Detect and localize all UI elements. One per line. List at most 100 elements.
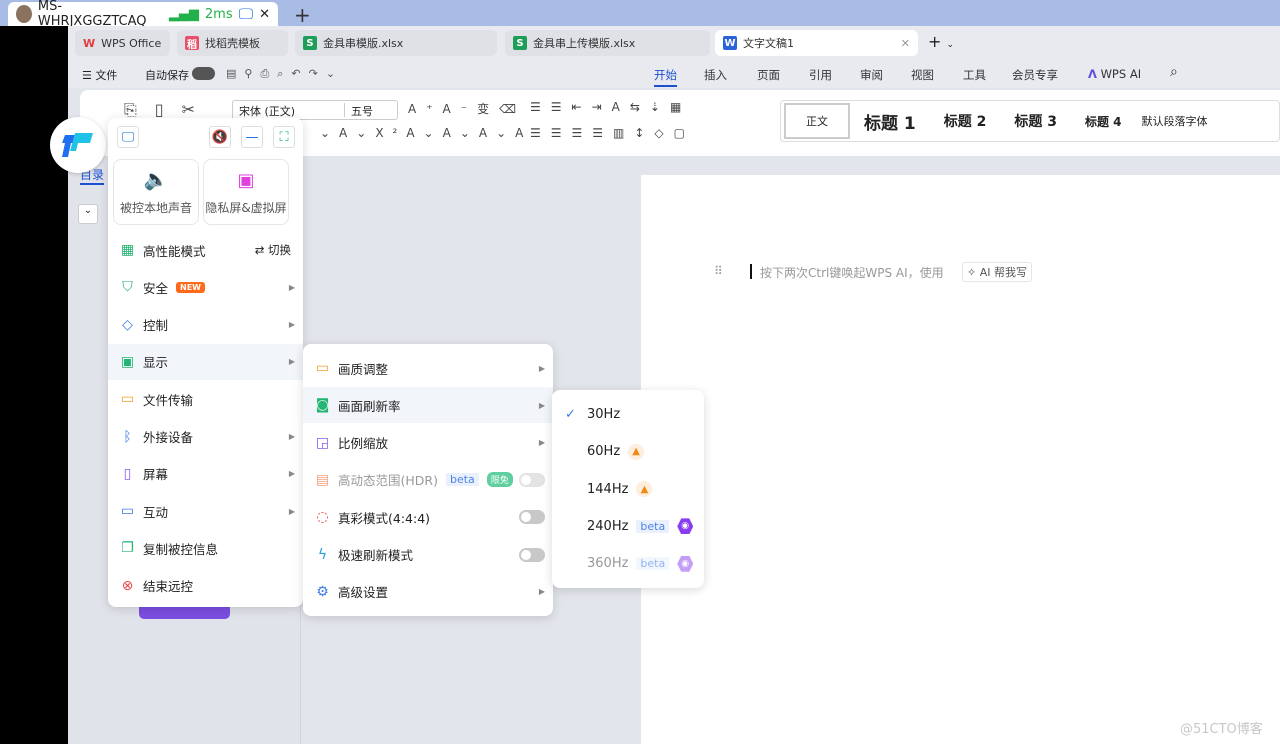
quality-icon: ▭ (315, 360, 330, 376)
clipboard-icons[interactable]: ⎘▯✂ (124, 100, 213, 120)
switch-button[interactable]: ⇄ 切换 (255, 242, 291, 258)
fullscreen-icon[interactable]: ⛶ (273, 126, 295, 148)
refresh-rate-option[interactable]: 60Hz ▲ (552, 433, 704, 470)
format-icons[interactable]: ⌄A⌄X²A⌄A⌄A⌄A (320, 126, 532, 140)
local-sound-card[interactable]: 🔈 被控本地声音 (113, 159, 199, 225)
privacy-screen-icon: ▣ (237, 170, 255, 191)
font-tools-icons[interactable]: A⁺A⁻变⌫ (408, 100, 526, 117)
tab-insert[interactable]: 插入 (704, 67, 727, 83)
menu-item-label: 文件传输 (143, 392, 194, 408)
style-normal[interactable]: 正文 (784, 103, 850, 139)
style-gallery: 正文 标题 1 标题 2 标题 3 标题 4 默认段落字体 (780, 100, 1280, 142)
ai-write-button[interactable]: ✧ AI 帮我写 (962, 262, 1032, 282)
display-menu-item[interactable]: ⚙ 高级设置 ▶ (303, 574, 553, 610)
menu-item[interactable]: ▭ 互动 ▶ (108, 493, 303, 529)
menu-item[interactable]: ▣ 显示 ▶ (108, 343, 303, 380)
display-menu-item[interactable]: ◙ 画面刷新率 ▶ (303, 387, 553, 424)
menu-item[interactable]: ▦ 高性能模式 ⇄ 切换 (108, 232, 303, 268)
display-menu-item[interactable]: ◌ 真彩模式(4:4:4) (303, 499, 553, 535)
menu-item[interactable]: ⛉ 安全 NEW ▶ (108, 269, 303, 305)
mute-icon[interactable]: 🔇 (209, 126, 231, 148)
scale-icon: ◲ (315, 434, 330, 451)
close-tab-button[interactable]: ✕ (259, 7, 270, 22)
new-tab-button[interactable]: + ⌄ (928, 32, 954, 51)
quick-access-icons[interactable]: ▤⚲⎙⌕↶↷⌄ (226, 67, 343, 81)
layers-icon: ◇ (122, 316, 133, 333)
refresh-rate-option[interactable]: ✓ 30Hz (552, 396, 704, 433)
file-menu[interactable]: ☰ 文件 (82, 67, 117, 83)
tab-xlsx-2[interactable]: S 金具串上传模版.xlsx (505, 30, 710, 56)
menu-item-label: 外接设备 (143, 430, 194, 445)
refresh-rate-option[interactable]: 144Hz ▲ (552, 471, 704, 508)
display-menu-item[interactable]: ◲ 比例缩放 ▶ (303, 425, 553, 461)
menu-item[interactable]: ᛒ 外接设备 ▶ (108, 419, 303, 455)
autosave-toggle[interactable] (192, 67, 215, 80)
privacy-screen-card[interactable]: ▣ 隐私屏&虚拟屏 (203, 159, 289, 225)
menu-item[interactable]: ❐ 复制被控信息 (108, 530, 303, 566)
tab-review[interactable]: 审阅 (860, 67, 883, 83)
search-icon[interactable]: ⌕ (1170, 64, 1178, 80)
screen-select-icon[interactable]: 🖵 (117, 126, 139, 148)
style-heading-2[interactable]: 标题 2 (930, 111, 1001, 131)
screen-icon: ▯ (123, 465, 132, 482)
ai-hint: 按下两次Ctrl键唤起WPS AI，使用 (760, 266, 944, 280)
toggle-switch[interactable] (519, 472, 545, 487)
beta-badge: beta (636, 557, 670, 571)
display-menu-item[interactable]: ϟ 极速刷新模式 (303, 537, 553, 573)
align-icons[interactable]: ☰☰☰☰▥↕◇▢ (530, 126, 695, 140)
style-default-font[interactable]: 默认段落字体 (1136, 113, 1214, 129)
tab-member[interactable]: 会员专享 (1012, 67, 1058, 83)
session-title: MS-WHRJXGGZTCAQ (37, 0, 147, 29)
style-heading-3[interactable]: 标题 3 (1000, 111, 1071, 131)
style-heading-4[interactable]: 标题 4 (1071, 113, 1136, 130)
tab-label: 找稻壳模板 (205, 37, 260, 50)
remote-app-logo[interactable] (50, 117, 106, 173)
chevron-right-icon: ▶ (288, 282, 295, 292)
chevron-right-icon: ▶ (538, 363, 545, 373)
rocket-icon: ▲ (636, 481, 653, 498)
minimize-icon[interactable]: — (241, 126, 263, 148)
menu-item[interactable]: ⊗ 结束远控 (108, 568, 303, 604)
close-circle-icon: ⊗ (121, 577, 134, 594)
tab-docer[interactable]: 稻找稻壳模板 (177, 30, 288, 56)
toggle-switch[interactable] (519, 510, 545, 525)
tab-document-1[interactable]: W 文字文稿1 ✕ (715, 30, 918, 56)
expand-button[interactable]: ⌄ (78, 204, 98, 224)
paragraph-icons[interactable]: ☰☰⇤⇥A⇆⇣▦ (530, 100, 691, 114)
refresh-rate-submenu: ✓ 30Hz 60Hz ▲ 144Hz ▲ 240Hz beta ◉ 360Hz beta ◉ (552, 390, 704, 588)
document-page[interactable] (641, 175, 1280, 744)
tab-references[interactable]: 引用 (809, 67, 832, 83)
chevron-right-icon: ▶ (538, 438, 545, 448)
refresh-rate-option[interactable]: 360Hz beta ◉ (552, 545, 704, 582)
remote-session-tab[interactable]: MS-WHRJXGGZTCAQ ▂▄▆ 2ms 🖵 ✕ (8, 0, 278, 29)
menu-item[interactable]: ◇ 控制 ▶ (108, 307, 303, 343)
display-menu-item[interactable]: ▭ 画质调整 ▶ (303, 350, 553, 386)
rate-label: 60Hz (587, 444, 621, 460)
card-label: 被控本地声音 (119, 201, 192, 215)
menu-item-label: 屏幕 (143, 467, 169, 483)
menu-item[interactable]: ▯ 屏幕 ▶ (108, 456, 303, 492)
font-select[interactable]: 宋体 (正文) 五号 (232, 100, 398, 120)
tab-tools[interactable]: 工具 (963, 67, 986, 83)
refresh-rate-option[interactable]: 240Hz beta ◉ (552, 508, 704, 545)
tab-wps-ai[interactable]: Λ WPS AI (1088, 67, 1141, 81)
tab-page[interactable]: 页面 (757, 67, 780, 83)
tab-xlsx-1[interactable]: S 金具串模版.xlsx (295, 30, 497, 56)
tab-wps-office[interactable]: W WPS Office (75, 30, 170, 56)
style-heading-1[interactable]: 标题 1 (850, 109, 930, 134)
menu-item[interactable]: ▭ 文件传输 (108, 381, 303, 417)
toggle-switch[interactable] (519, 547, 545, 562)
signal-icon: ▂▄▆ (168, 6, 199, 22)
watermark: @51CTO博客 (1180, 722, 1263, 737)
chevron-right-icon: ▶ (288, 469, 295, 479)
gamepad-icon: ◉ (677, 555, 694, 572)
new-session-button[interactable]: + (294, 3, 311, 27)
chevron-right-icon: ▶ (288, 357, 295, 367)
display-menu-item[interactable]: ▤ 高动态范围(HDR) beta 限免 (303, 462, 553, 498)
tab-home[interactable]: 开始 (654, 67, 677, 87)
remote-device-icon[interactable]: 🖵 (239, 5, 253, 23)
drag-handle-icon[interactable]: ⠿ (714, 264, 723, 278)
close-icon[interactable]: ✕ (901, 37, 910, 50)
tab-view[interactable]: 视图 (911, 67, 934, 83)
menu-item-label: 结束远控 (143, 579, 194, 595)
